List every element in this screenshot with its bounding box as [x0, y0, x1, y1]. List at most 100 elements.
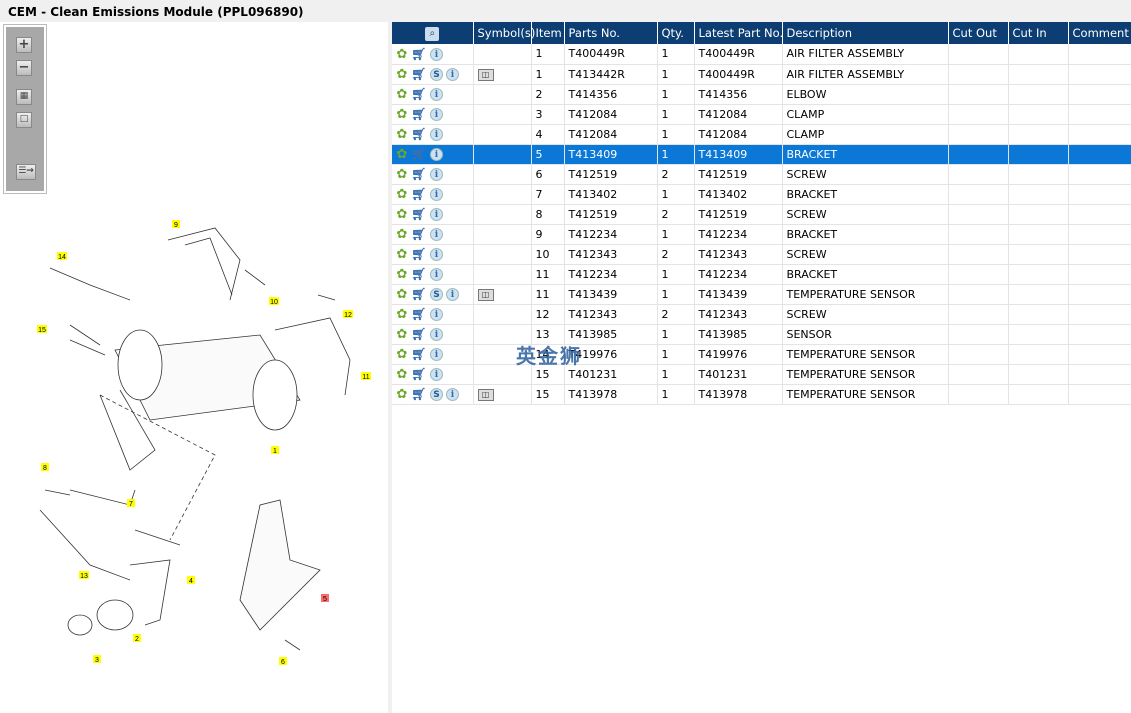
table-row[interactable]: ✿ 🛒︎ i 14 T419976 1 T419976 TEMPERATURE SENSOR: [392, 344, 1131, 365]
info-icon[interactable]: i: [446, 387, 459, 401]
gear-icon[interactable]: ✿: [396, 368, 408, 381]
table-row[interactable]: ✿ 🛒︎ i 11 T412234 1 T412234 BRACKET: [392, 264, 1131, 285]
table-row[interactable]: ✿ 🛒︎ i 3 T412084 1 T412084 CLAMP: [392, 104, 1131, 125]
cart-icon[interactable]: 🛒︎: [411, 387, 427, 401]
latest-part-number: T400449R: [694, 64, 783, 85]
table-row[interactable]: ✿ 🛒︎ i 9 T412234 1 T412234 BRACKET: [392, 224, 1131, 245]
exploded-diagram[interactable]: 9 14 10 12 15 11 1 8 7 4 13 2 5 3 6: [0, 22, 388, 713]
column-header[interactable]: Qty.: [657, 22, 695, 44]
table-row[interactable]: ✿ 🛒︎ i 2 T414356 1 T414356 ELBOW: [392, 84, 1131, 105]
gear-icon[interactable]: ✿: [396, 328, 408, 341]
table-row[interactable]: ✿ 🛒︎ i 7 T413402 1 T413402 BRACKET: [392, 184, 1131, 205]
column-header[interactable]: Cut Out: [948, 22, 1009, 44]
cart-icon[interactable]: 🛒︎: [411, 247, 427, 261]
gear-icon[interactable]: ✿: [396, 348, 408, 361]
export-list-button[interactable]: ☰→: [16, 164, 36, 180]
table-row[interactable]: ✿ 🛒︎ i 1 T400449R 1 T400449R AIR FILTER ASSEMBL…: [392, 44, 1131, 65]
table-row[interactable]: ✿ 🛒︎ i 6 T412519 2 T412519 SCREW: [392, 164, 1131, 185]
cart-icon[interactable]: 🛒︎: [411, 127, 427, 141]
info-icon[interactable]: i: [446, 67, 459, 81]
gear-icon[interactable]: ✿: [396, 88, 408, 101]
cart-icon[interactable]: 🛒︎: [411, 187, 427, 201]
table-row[interactable]: ✿ 🛒︎ i 8 T412519 2 T412519 SCREW: [392, 204, 1131, 225]
gear-icon[interactable]: ✿: [396, 168, 408, 181]
gear-icon[interactable]: ✿: [396, 248, 408, 261]
supersession-icon[interactable]: S: [430, 387, 443, 401]
zoom-out-button[interactable]: −: [16, 60, 32, 76]
info-icon[interactable]: i: [430, 147, 443, 161]
info-icon[interactable]: i: [446, 287, 459, 301]
svg-text:4: 4: [189, 578, 193, 585]
info-icon[interactable]: i: [430, 47, 443, 61]
gear-icon[interactable]: ✿: [396, 388, 408, 401]
cut-out: [948, 304, 1009, 325]
gear-icon[interactable]: ✿: [396, 128, 408, 141]
column-header[interactable]: Latest Part No.: [694, 22, 783, 44]
info-icon[interactable]: i: [430, 127, 443, 141]
table-row[interactable]: ✿ 🛒︎ Si ◫ 1 T413442R 1 T400449R AIR FILTER ASSEM…: [392, 64, 1131, 85]
gear-icon[interactable]: ✿: [396, 148, 408, 161]
cart-icon[interactable]: 🛒︎: [411, 147, 427, 161]
fit-all-button[interactable]: ▦: [16, 89, 32, 105]
gear-icon[interactable]: ✿: [396, 288, 408, 301]
gear-icon[interactable]: ✿: [396, 308, 408, 321]
part-number: T412084: [564, 124, 658, 145]
supersession-icon[interactable]: S: [430, 67, 443, 81]
info-icon[interactable]: i: [430, 187, 443, 201]
book-icon[interactable]: ◫: [477, 389, 494, 401]
info-icon[interactable]: i: [430, 267, 443, 281]
column-header[interactable]: Parts No.: [564, 22, 658, 44]
gear-icon[interactable]: ✿: [396, 208, 408, 221]
column-header[interactable]: Item: [531, 22, 565, 44]
info-icon[interactable]: i: [430, 167, 443, 181]
cart-icon[interactable]: 🛒︎: [411, 107, 427, 121]
gear-icon[interactable]: ✿: [396, 108, 408, 121]
book-icon[interactable]: ◫: [477, 289, 494, 301]
table-row[interactable]: ✿ 🛒︎ i 12 T412343 2 T412343 SCREW: [392, 304, 1131, 325]
cart-icon[interactable]: 🛒︎: [411, 167, 427, 181]
table-row[interactable]: ✿ 🛒︎ i 5 T413409 1 T413409 BRACKET: [392, 144, 1131, 165]
actual-size-button[interactable]: □: [16, 112, 32, 128]
cart-icon[interactable]: 🛒︎: [411, 327, 427, 341]
gear-icon[interactable]: ✿: [396, 48, 408, 61]
book-icon[interactable]: ◫: [477, 69, 494, 81]
cart-icon[interactable]: 🛒︎: [411, 67, 427, 81]
header-search-icon[interactable]: ⌕: [392, 22, 474, 44]
table-row[interactable]: ✿ 🛒︎ i 15 T401231 1 T401231 TEMPERATURE SENSOR: [392, 364, 1131, 385]
zoom-in-button[interactable]: +: [16, 37, 32, 53]
cart-icon[interactable]: 🛒︎: [411, 287, 427, 301]
info-icon[interactable]: i: [430, 227, 443, 241]
info-icon[interactable]: i: [430, 327, 443, 341]
gear-icon[interactable]: ✿: [396, 68, 408, 81]
cart-icon[interactable]: 🛒︎: [411, 87, 427, 101]
column-header[interactable]: Cut In: [1008, 22, 1069, 44]
cart-icon[interactable]: 🛒︎: [411, 207, 427, 221]
diagram-panel[interactable]: 9 14 10 12 15 11 1 8 7 4 13 2 5 3 6 + − …: [0, 22, 388, 713]
table-row[interactable]: ✿ 🛒︎ Si ◫ 15 T413978 1 T413978 TEMPERATURE SENSO…: [392, 384, 1131, 405]
info-icon[interactable]: i: [430, 247, 443, 261]
column-header[interactable]: Comment: [1068, 22, 1131, 44]
info-icon[interactable]: i: [430, 87, 443, 101]
table-row[interactable]: ✿ 🛒︎ i 4 T412084 1 T412084 CLAMP: [392, 124, 1131, 145]
gear-icon[interactable]: ✿: [396, 188, 408, 201]
cart-icon[interactable]: 🛒︎: [411, 47, 427, 61]
gear-icon[interactable]: ✿: [396, 268, 408, 281]
info-icon[interactable]: i: [430, 347, 443, 361]
info-icon[interactable]: i: [430, 207, 443, 221]
info-icon[interactable]: i: [430, 107, 443, 121]
gear-icon[interactable]: ✿: [396, 228, 408, 241]
supersession-icon[interactable]: S: [430, 287, 443, 301]
table-row[interactable]: ✿ 🛒︎ Si ◫ 11 T413439 1 T413439 TEMPERATURE SENSO…: [392, 284, 1131, 305]
cart-icon[interactable]: 🛒︎: [411, 307, 427, 321]
cart-icon[interactable]: 🛒︎: [411, 227, 427, 241]
info-icon[interactable]: i: [430, 367, 443, 381]
cart-icon[interactable]: 🛒︎: [411, 367, 427, 381]
table-row[interactable]: ✿ 🛒︎ i 13 T413985 1 T413985 SENSOR: [392, 324, 1131, 345]
table-row[interactable]: ✿ 🛒︎ i 10 T412343 2 T412343 SCREW: [392, 244, 1131, 265]
cart-icon[interactable]: 🛒︎: [411, 347, 427, 361]
column-header[interactable]: Symbol(s): [473, 22, 535, 44]
cart-icon[interactable]: 🛒︎: [411, 267, 427, 281]
cut-out: [948, 244, 1009, 265]
column-header[interactable]: Description: [782, 22, 949, 44]
info-icon[interactable]: i: [430, 307, 443, 321]
